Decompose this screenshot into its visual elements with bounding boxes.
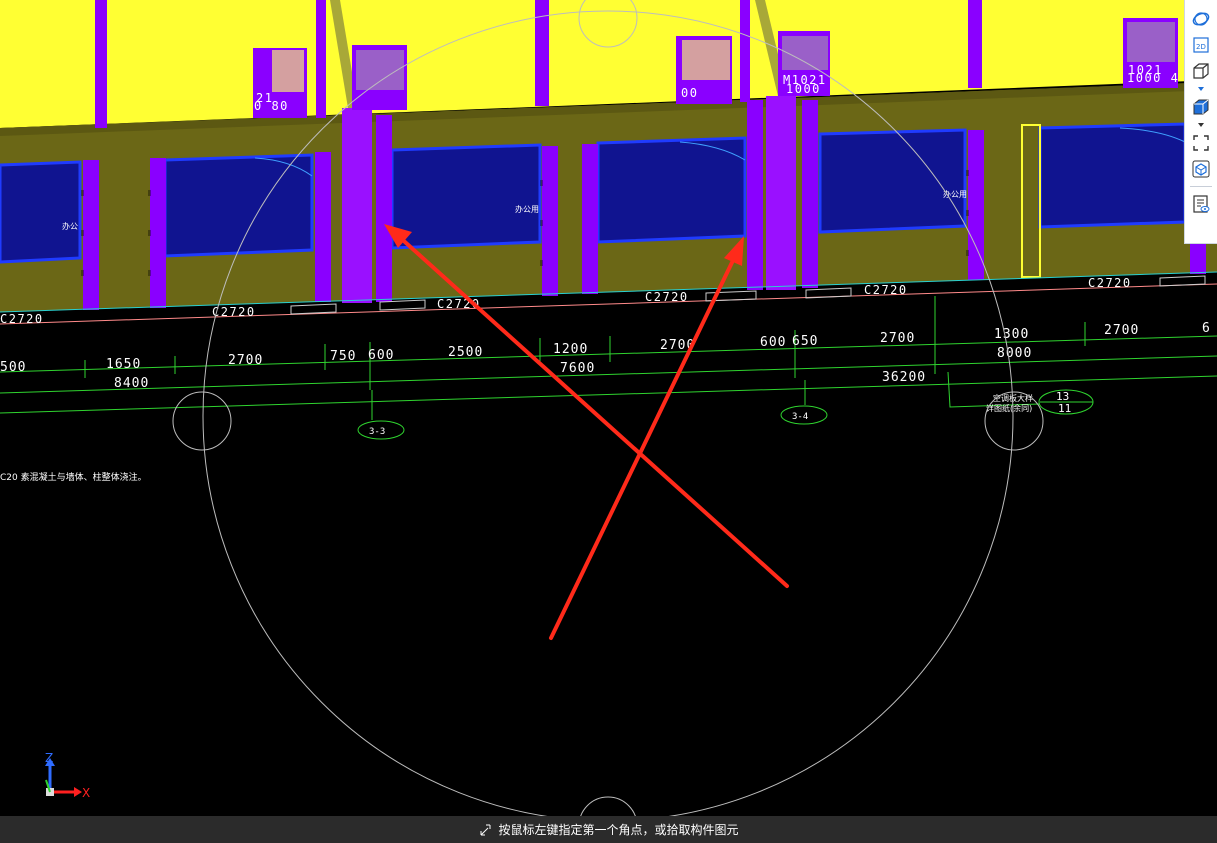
3d-box-icon[interactable] bbox=[1188, 58, 1214, 84]
2d-view-icon[interactable]: 2D bbox=[1188, 32, 1214, 58]
room-label: 办公 bbox=[62, 221, 78, 231]
z-axis-label: Z bbox=[45, 751, 53, 765]
window-tag: C2720 bbox=[864, 283, 908, 297]
chevron-down-icon[interactable] bbox=[1188, 84, 1214, 94]
cad-3d-viewport[interactable]: 21 0 80 00 M1021 1000 1021 1000 4 办公 办公用… bbox=[0, 0, 1217, 843]
dim-label: 2700 bbox=[228, 353, 263, 368]
chevron-down-icon[interactable] bbox=[1188, 120, 1214, 130]
solid-box-icon[interactable] bbox=[1188, 94, 1214, 120]
cube-select-icon[interactable] bbox=[1188, 156, 1214, 182]
callout-number-bottom: 11 bbox=[1058, 402, 1071, 415]
window-dim-4: 1000 4 bbox=[1127, 71, 1179, 85]
window-tag: C2720 bbox=[0, 312, 44, 326]
section-tag: 3-3 bbox=[369, 427, 385, 437]
corner-pick-icon bbox=[480, 824, 491, 835]
window-tag: C2720 bbox=[212, 305, 256, 319]
note-text: C20 素混凝土与墙体、柱整体浇注。 bbox=[0, 471, 147, 483]
dim-label: 2700 bbox=[880, 331, 915, 346]
window-tag: C2720 bbox=[1088, 276, 1132, 290]
room-label: 办公用 bbox=[515, 204, 539, 214]
window-tag: C2720 bbox=[645, 290, 689, 304]
status-bar: 按鼠标左键指定第一个角点，或拾取构件图元 bbox=[0, 816, 1217, 843]
toolbar-divider bbox=[1190, 186, 1212, 187]
dim-label: 1200 bbox=[553, 342, 588, 357]
status-prompt: 按鼠标左键指定第一个角点，或拾取构件图元 bbox=[498, 823, 739, 837]
dim-label: 600 bbox=[368, 348, 394, 363]
fullscreen-icon[interactable] bbox=[1188, 130, 1214, 156]
orbit-icon[interactable] bbox=[1188, 6, 1214, 32]
dim-label: 650 bbox=[792, 334, 818, 349]
dim-label: 500 bbox=[0, 360, 26, 375]
callout-line2: 详图纸(余同) bbox=[986, 403, 1032, 413]
window-dim-2: 00 bbox=[681, 86, 698, 100]
section-tag: 3-4 bbox=[792, 412, 808, 422]
view-toolbar: 2D bbox=[1184, 0, 1217, 244]
x-axis-label: X bbox=[82, 786, 90, 800]
dim-label: 1300 bbox=[994, 327, 1029, 342]
dim-label: 8400 bbox=[114, 376, 149, 391]
dim-label: 36200 bbox=[882, 370, 926, 385]
dim-label: 1650 bbox=[106, 357, 141, 372]
svg-text:2D: 2D bbox=[1196, 43, 1206, 51]
window-dim-1: 0 80 bbox=[254, 99, 289, 113]
axis-gizmo: Z X bbox=[36, 750, 96, 805]
dim-label: 6 bbox=[1202, 321, 1211, 336]
dim-label: 600 bbox=[760, 335, 786, 350]
property-view-icon[interactable] bbox=[1188, 191, 1214, 217]
dim-label: 2700 bbox=[1104, 323, 1139, 338]
dim-label: 7600 bbox=[560, 361, 595, 376]
window-dim-3: 1000 bbox=[786, 82, 821, 96]
dim-label: 750 bbox=[330, 349, 356, 364]
dim-label: 2500 bbox=[448, 345, 483, 360]
dim-label: 8000 bbox=[997, 346, 1032, 361]
